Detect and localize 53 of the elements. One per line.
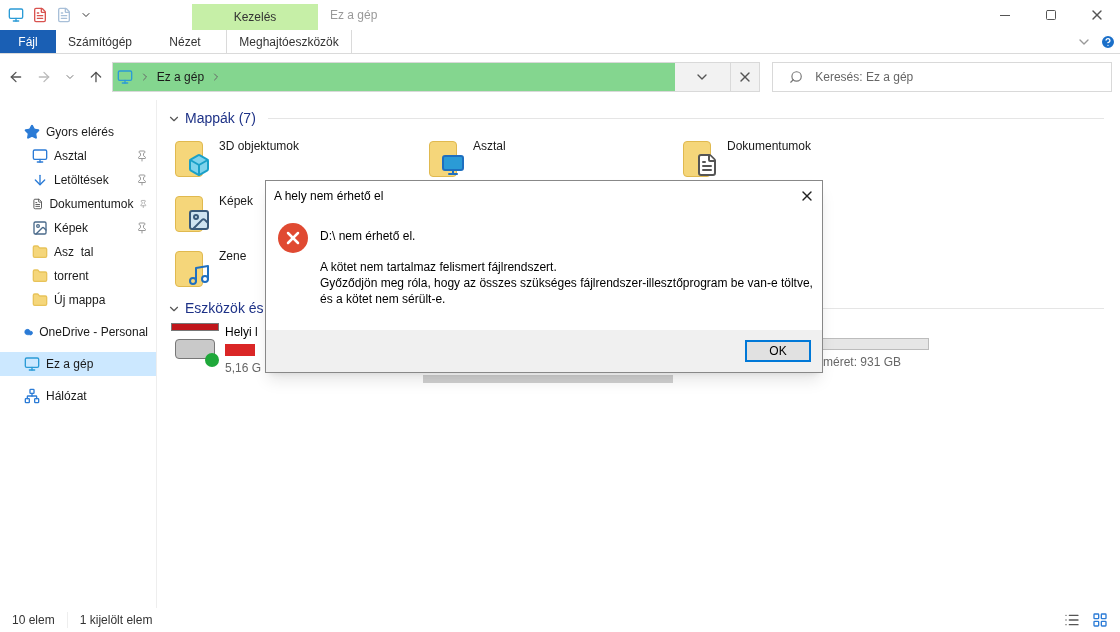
context-tab-header: Kezelés bbox=[192, 4, 318, 30]
sidebar-label: Gyors elérés bbox=[46, 124, 116, 141]
drive-space: 5,16 G bbox=[225, 360, 262, 377]
drive-name: Helyi l bbox=[225, 324, 258, 341]
sidebar-label: Asztal bbox=[54, 148, 88, 165]
status-text: 1 kijelölt elem bbox=[79, 612, 153, 629]
sidebar-item[interactable]: Új mappa bbox=[0, 288, 156, 312]
sidebar-item[interactable]: Letöltések bbox=[0, 168, 156, 192]
breadcrumb[interactable]: Ez a gép bbox=[156, 68, 205, 86]
folder-name: Zene bbox=[219, 248, 247, 265]
sidebar-item[interactable]: Képek bbox=[0, 216, 156, 240]
folder-tile[interactable]: Képek bbox=[175, 192, 254, 233]
folder-name: Asztal bbox=[473, 138, 506, 155]
address-bar[interactable]: Ez a gép bbox=[111, 62, 761, 92]
dialog-message: A kötet nem tartalmaz felismert fájlrendszert. bbox=[320, 259, 558, 275]
sidebar-label: Letöltések bbox=[54, 172, 110, 189]
sidebar-label: OneDrive - Personal bbox=[39, 324, 148, 341]
sidebar-item[interactable]: Asz tal bbox=[0, 240, 156, 264]
ribbon-tab[interactable]: Nézet bbox=[144, 30, 227, 53]
sidebar-label: Asz tal bbox=[54, 244, 95, 261]
dialog-heading: D:\ nem érhető el. bbox=[320, 228, 417, 245]
dialog-message: Győződjön meg róla, hogy az összes szükséges fájlrendszer-illesztőprogram be van-e töltve, és a kötet nem sérült-e. bbox=[320, 275, 814, 307]
ribbon-tab[interactable]: Meghajtóeszközök bbox=[226, 30, 353, 53]
status-text: 10 elem bbox=[12, 612, 55, 629]
folder-tile[interactable]: Asztal bbox=[429, 137, 506, 178]
sidebar-item[interactable]: Hálózat bbox=[0, 384, 156, 408]
sidebar-label: Dokumentumok bbox=[49, 196, 134, 213]
sidebar-item[interactable]: torrent bbox=[0, 264, 156, 288]
group-heading: Eszközök és bbox=[185, 299, 264, 318]
folder-name: Dokumentumok bbox=[727, 138, 812, 155]
sidebar-item[interactable]: Asztal bbox=[0, 144, 156, 168]
folder-tile[interactable]: Zene bbox=[175, 247, 247, 288]
sidebar-label: Ez a gép bbox=[46, 356, 95, 373]
drive-space: méret: 931 GB bbox=[823, 354, 903, 371]
folder-tile[interactable]: Dokumentumok bbox=[683, 137, 812, 178]
folder-tile[interactable]: 3D objektumok bbox=[175, 137, 300, 178]
sidebar-item[interactable]: Dokumentumok bbox=[0, 192, 156, 216]
sidebar-item[interactable]: Gyors elérés bbox=[0, 120, 156, 144]
sidebar-label: Képek bbox=[54, 220, 90, 237]
folder-name: 3D objektumok bbox=[219, 138, 300, 155]
sidebar-item[interactable]: OneDrive - Personal bbox=[0, 320, 156, 344]
ribbon-tab[interactable]: Számítógép bbox=[56, 30, 145, 53]
sidebar-label: Hálózat bbox=[46, 388, 88, 405]
ok-button[interactable]: OK bbox=[745, 340, 811, 362]
group-heading: Mappák (7) bbox=[185, 109, 256, 128]
sidebar-item[interactable]: Ez a gép bbox=[0, 352, 156, 376]
window-title: Ez a gép bbox=[330, 7, 378, 24]
folder-name: Képek bbox=[219, 193, 254, 210]
sidebar-label: torrent bbox=[54, 268, 90, 285]
search-field[interactable]: Keresés: Ez a gép bbox=[772, 62, 1112, 92]
sidebar-label: Új mappa bbox=[54, 291, 107, 309]
ribbon-tab[interactable]: Fájl bbox=[0, 30, 56, 53]
dialog-title: A hely nem érhető el bbox=[274, 188, 385, 205]
